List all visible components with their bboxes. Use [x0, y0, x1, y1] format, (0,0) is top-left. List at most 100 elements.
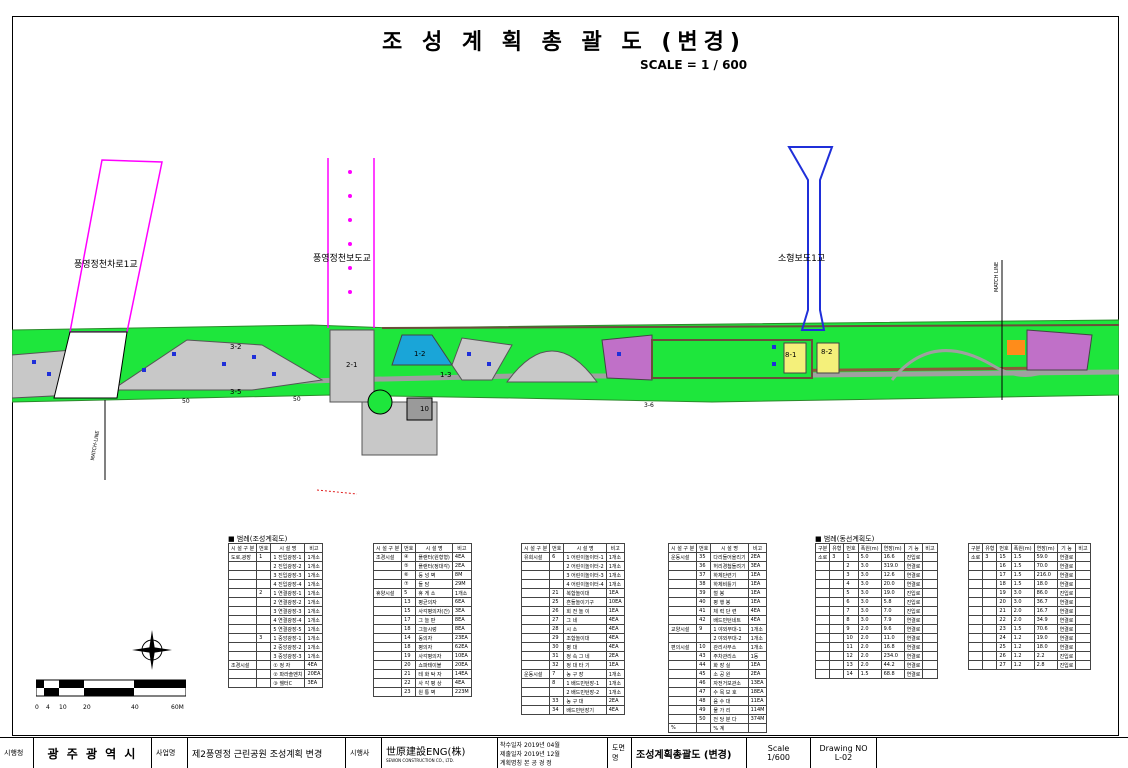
table-cell: [256, 615, 272, 625]
table-cell: 진입로: [903, 588, 924, 598]
table-cell: 9: [696, 624, 712, 634]
table-cell: 정 속 그 네: [563, 651, 607, 661]
table-cell: [227, 642, 258, 652]
zone-2-1-label: 2-1: [346, 361, 358, 369]
table-cell: [520, 660, 551, 670]
table-cell: 조합놀이대: [563, 633, 607, 643]
bridge-3: [787, 146, 834, 331]
table-cell: 8: [843, 615, 859, 625]
table-cell: 연결로: [903, 633, 924, 643]
table-row: 20 쇼파테이블 20EA: [372, 660, 472, 670]
table-cell: 14: [401, 633, 417, 643]
table-row: 5 3.0 19.0 진입로: [814, 588, 938, 598]
table-cell: 등 넝 벽: [415, 570, 453, 580]
table-cell: [256, 597, 272, 607]
table-cell: 223M: [451, 687, 472, 697]
table-cell: 연결로: [1056, 642, 1077, 652]
table-cell: 3 어린이놀이터-3: [563, 570, 607, 580]
table-cell: 2 어린이놀이터-2: [563, 561, 607, 571]
table-cell: 사각평의자(간): [415, 606, 453, 616]
table-cell: 3 진입광장-3: [270, 570, 306, 580]
table-cell: 2EA: [451, 561, 472, 571]
table-cell: 15: [401, 606, 417, 616]
table-cell: 7.9: [880, 615, 905, 625]
table-cell: 농 구 대: [563, 696, 607, 706]
table-row: 18 그늘시렁 8EA: [372, 624, 472, 634]
table-row: 21 테 화 탁 자 14EA: [372, 669, 472, 679]
table-cell: 1개소: [605, 570, 625, 580]
table-cell: 조경시설: [372, 552, 403, 562]
table-cell: 13: [843, 660, 859, 670]
table-cell: 20.0: [880, 579, 905, 589]
table-cell: 3EA: [747, 561, 768, 571]
table-row: 14 동의자 23EA: [372, 633, 472, 643]
table-cell: 12: [843, 651, 859, 661]
table-cell: 4EA: [451, 552, 472, 562]
table-cell: 21: [549, 588, 565, 598]
table-cell: 1.5: [1010, 570, 1035, 580]
project-name: 제2풍영정 근린공원 조성계획 변경: [188, 738, 346, 768]
table-cell: [667, 660, 698, 670]
table-row: 46 자전거보관소 13EA: [667, 678, 768, 688]
table-cell: [1075, 588, 1091, 598]
table-cell: 하체단련기: [710, 570, 749, 580]
table-cell: 연결로: [1056, 570, 1077, 580]
table-cell: 1EA: [605, 588, 625, 598]
table-cell: 8EA: [451, 624, 472, 634]
table-cell: [227, 651, 258, 661]
table-cell: 3.0: [857, 597, 882, 607]
table-cell: 10EA: [605, 597, 625, 607]
table-cell: [256, 651, 272, 661]
table-cell: 2 중앙광장-2: [270, 642, 306, 652]
table-row: 유희시설 6 1 어린이놀이터-1 1개소: [520, 552, 625, 562]
table-cell: 234.0: [880, 651, 905, 661]
bridge-2-label: 풍영정천보도교: [313, 254, 371, 264]
table-cell: 17: [401, 615, 417, 625]
table-cell: 47: [696, 687, 712, 697]
table-cell: 39: [696, 588, 712, 598]
table-cell: [227, 579, 258, 589]
col-function: 기 능: [1056, 543, 1077, 553]
table-cell: 13: [401, 597, 417, 607]
table-cell: 2.0: [857, 642, 882, 652]
table-cell: [922, 669, 938, 679]
table-cell: 연결로: [903, 669, 924, 679]
table-cell: [256, 660, 272, 670]
table-row: ⑥등 넝 벽 8M: [372, 570, 472, 580]
table-cell: 휴양시설: [372, 588, 403, 598]
table-cell: 25: [996, 642, 1012, 652]
table-cell: 319.0: [880, 561, 905, 571]
col-function: 기 능: [903, 543, 924, 553]
date2-value: 2019년 12월: [524, 750, 560, 758]
table-cell: 4 진입광장-4: [270, 579, 306, 589]
col-length: 연장(m): [1033, 543, 1058, 553]
table-cell: [667, 570, 698, 580]
table-cell: [922, 660, 938, 670]
table-cell: 9.6: [880, 624, 905, 634]
table-cell: [696, 633, 712, 643]
table-cell: 374M: [747, 714, 768, 724]
table-cell: 1개소: [304, 633, 324, 643]
table-cell: [520, 687, 551, 697]
table-row: 2 진입광장-2 1개소: [227, 561, 324, 571]
table-cell: [829, 606, 845, 616]
table-cell: 9: [843, 624, 859, 634]
table-cell: 1EA: [605, 660, 625, 670]
table-cell: 16.6: [880, 552, 905, 562]
table-row: ③ 쉘터C 3EA: [227, 678, 324, 688]
table-cell: [982, 660, 998, 670]
table-cell: 자전거보관소: [710, 678, 749, 688]
table-cell: [520, 615, 551, 625]
table-cell: [829, 588, 845, 598]
table-cell: [814, 660, 831, 670]
table-cell: 11.0: [880, 633, 905, 643]
table-cell: 14EA: [451, 669, 472, 679]
table-cell: 진입로: [903, 552, 924, 562]
table-cell: 44.2: [880, 660, 905, 670]
table-row: 운동시설 7 농 구 장 1개소: [520, 669, 625, 679]
table-cell: [922, 552, 938, 562]
table-cell: [256, 561, 272, 571]
table-cell: 연결로: [1056, 552, 1077, 562]
table-cell: [829, 633, 845, 643]
table-cell: 1EA: [747, 588, 768, 598]
